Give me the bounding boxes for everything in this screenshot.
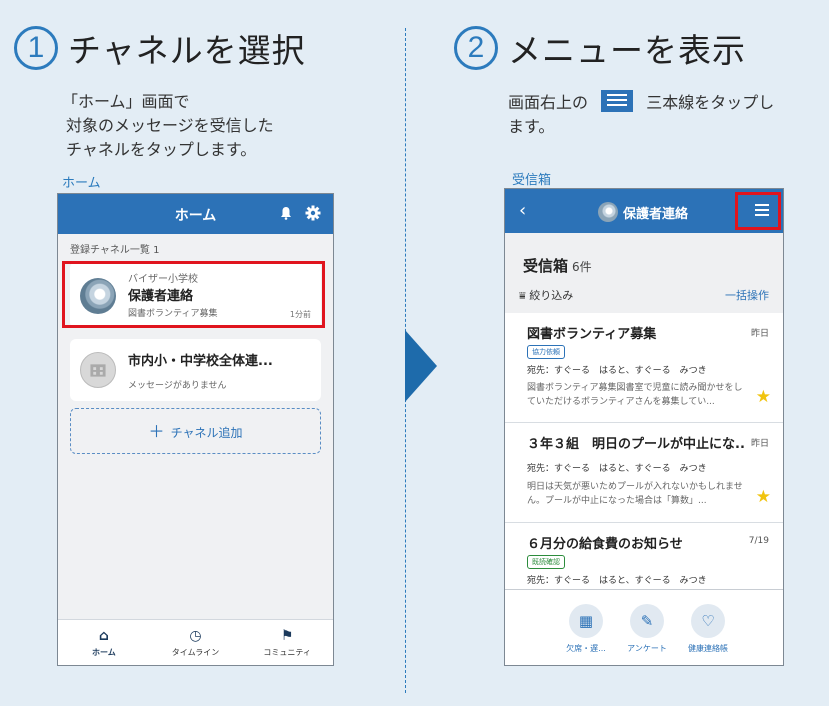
inbox-title: 受信箱 6件 bbox=[523, 257, 592, 275]
tab-timeline[interactable]: ◷ タイムライン bbox=[150, 620, 242, 665]
step2-screen-label: 受信箱 bbox=[512, 173, 552, 188]
absence-action-button[interactable]: ▦ 欠席・遅... bbox=[555, 604, 617, 654]
inbox-header: 受信箱 6件 ⩸ 絞り込み 一括操作 bbox=[505, 233, 783, 313]
channel-name: 市内小・中学校全体連... bbox=[128, 354, 273, 369]
message-date: 昨日 bbox=[750, 439, 769, 449]
inbox-count: 6件 bbox=[572, 260, 592, 274]
channel-avatar bbox=[598, 202, 618, 222]
step2-number: 2 bbox=[454, 26, 498, 70]
channel-card-city-schools[interactable]: 市内小・中学校全体連... メッセージがありません bbox=[70, 339, 321, 401]
health-icon: ♡ bbox=[691, 604, 725, 638]
bulk-action-link[interactable]: 一括操作 bbox=[725, 287, 769, 303]
step1-number: 1 bbox=[14, 26, 58, 70]
channel-highlight-box bbox=[62, 261, 325, 328]
step1-description: 「ホーム」画面で 対象のメッセージを受信した チャネルをタップします。 bbox=[62, 92, 274, 159]
school-icon bbox=[80, 352, 116, 388]
message-tag: 協力依頼 bbox=[527, 345, 565, 359]
message-tag: 既読確認 bbox=[527, 555, 565, 569]
next-arrow-icon bbox=[405, 330, 437, 402]
channel-list-label: 登録チャネル一覧 1 bbox=[70, 245, 160, 256]
clock-icon: ◷ bbox=[189, 628, 202, 644]
step1-header: 1 チャネルを選択 bbox=[14, 24, 306, 72]
message-title: ６月分の給食費のお知らせ bbox=[527, 537, 683, 552]
step2-description: 画面右上の 三本線をタップし ます。 bbox=[508, 90, 774, 139]
channel-last-message: メッセージがありません bbox=[128, 381, 227, 391]
gear-icon[interactable] bbox=[305, 205, 321, 221]
star-icon[interactable]: ★ bbox=[756, 487, 771, 507]
community-icon: ⚑ bbox=[280, 628, 294, 644]
message-title: 図書ボランティア募集 bbox=[527, 327, 657, 342]
step2-header: 2 メニューを表示 bbox=[454, 24, 746, 72]
health-action-button[interactable]: ♡ 健康連絡帳 bbox=[677, 604, 739, 654]
survey-action-button[interactable]: ✎ アンケート bbox=[616, 604, 678, 654]
message-item[interactable]: ６月分の給食費のお知らせ 7/19 既読確認 宛先：すぐーる はると、すぐーる … bbox=[505, 523, 783, 593]
message-date: 昨日 bbox=[750, 329, 769, 339]
step1-screen-label: ホーム bbox=[62, 176, 101, 191]
menu-icon-inline bbox=[601, 90, 634, 112]
message-item[interactable]: ３年３組 明日のプールが中止にな... 昨日 宛先：すぐーる はると、すぐーる … bbox=[505, 423, 783, 523]
message-body: 明日は天気が悪いためプールが入れないかもしれません。プールが中止になった場合は「… bbox=[527, 482, 743, 506]
star-icon[interactable]: ★ bbox=[756, 387, 771, 407]
filter-icon: ⩸ bbox=[519, 289, 526, 302]
inbox-screen: ‹ 保護者連絡 受信箱 6件 ⩸ 絞り込み 一括操作 図書ボランティア募集 昨日 … bbox=[504, 188, 784, 666]
plus-icon: ＋ bbox=[148, 422, 165, 441]
filter-button[interactable]: ⩸ 絞り込み bbox=[519, 287, 573, 303]
message-date: 7/19 bbox=[748, 536, 769, 546]
menu-highlight-box bbox=[735, 192, 781, 230]
tab-bar: ⌂ ホーム ◷ タイムライン ⚑ コミュニティ bbox=[58, 619, 333, 665]
step1-title: チャネルを選択 bbox=[68, 31, 306, 70]
message-recipients: 宛先：すぐーる はると、すぐーる みつき bbox=[527, 464, 707, 474]
message-recipients: 宛先：すぐーる はると、すぐーる みつき bbox=[527, 576, 707, 586]
calendar-icon: ▦ bbox=[569, 604, 603, 638]
bell-icon[interactable] bbox=[280, 206, 292, 220]
bottom-action-bar: ▦ 欠席・遅... ✎ アンケート ♡ 健康連絡帳 bbox=[505, 589, 783, 665]
inbox-channel-title: 保護者連絡 bbox=[623, 207, 689, 222]
tab-home[interactable]: ⌂ ホーム bbox=[58, 620, 150, 665]
add-channel-button[interactable]: ＋チャネル追加 bbox=[70, 408, 321, 454]
message-title: ３年３組 明日のプールが中止にな... bbox=[527, 437, 745, 452]
tab-community[interactable]: ⚑ コミュニティ bbox=[241, 620, 333, 665]
survey-icon: ✎ bbox=[630, 604, 664, 638]
step2-title: メニューを表示 bbox=[508, 31, 746, 70]
home-app-bar: ホーム bbox=[58, 194, 333, 234]
home-icon: ⌂ bbox=[98, 628, 109, 644]
message-recipients: 宛先：すぐーる はると、すぐーる みつき bbox=[527, 366, 707, 376]
message-item[interactable]: 図書ボランティア募集 昨日 協力依頼 宛先：すぐーる はると、すぐーる みつき … bbox=[505, 313, 783, 423]
message-body: 図書ボランティア募集図書室で児童に読み聞かせをしていただけるボランティアさんを募… bbox=[527, 383, 743, 407]
back-chevron-icon[interactable]: ‹ bbox=[519, 200, 526, 221]
